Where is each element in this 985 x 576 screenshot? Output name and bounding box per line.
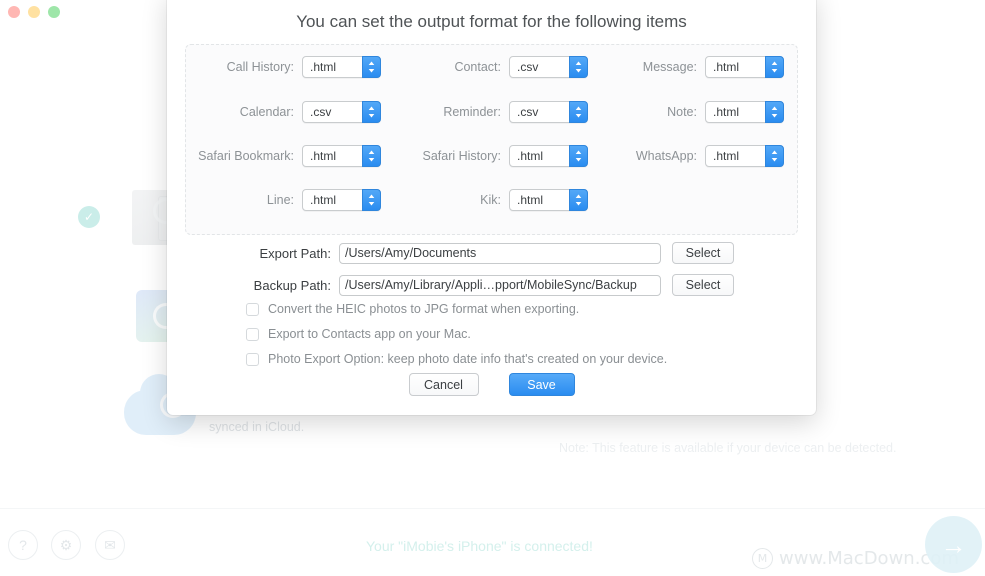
stepper-chevrons-icon[interactable] (362, 145, 381, 167)
format-select-value: .html (713, 60, 740, 74)
format-select-contact[interactable]: .csv (509, 56, 588, 78)
bottom-divider (0, 508, 985, 509)
format-select-value: .html (310, 193, 337, 207)
checkbox-icon[interactable] (246, 302, 259, 316)
format-select-value: .csv (517, 60, 539, 74)
option-checkbox-row[interactable]: Export to Contacts app on your Mac. (246, 327, 471, 341)
format-field: WhatsApp: .html (585, 145, 784, 167)
format-select-message[interactable]: .html (705, 56, 784, 78)
format-select-safarihistory[interactable]: .html (509, 145, 588, 167)
feedback-button[interactable]: ✉ (95, 530, 125, 560)
format-fields-grid: Call History: .html Contact: .csv Message: .h… (186, 45, 797, 234)
option-checkbox-row[interactable]: Convert the HEIC photos to JPG format wh… (246, 302, 579, 316)
stepper-chevrons-icon[interactable] (362, 189, 381, 211)
macdown-logo-icon: M (752, 548, 773, 569)
format-field-label: Safari History: (422, 149, 502, 163)
option-checkbox-label: Photo Export Option: keep photo date inf… (268, 352, 668, 366)
format-select-calendar[interactable]: .csv (302, 101, 381, 123)
format-field: Line: .html (182, 189, 381, 211)
format-select-whatsapp[interactable]: .html (705, 145, 784, 167)
format-field: Contact: .csv (389, 56, 588, 78)
format-field: Safari Bookmark: .html (182, 145, 381, 167)
question-icon: ? (19, 537, 27, 553)
format-field-label: Note: (667, 105, 697, 119)
format-select-value: .html (310, 60, 337, 74)
format-select-kik[interactable]: .html (509, 189, 588, 211)
export-path-input[interactable] (339, 242, 661, 264)
save-button[interactable]: Save (508, 373, 575, 396)
close-window-button[interactable] (8, 6, 20, 18)
format-select-value: .html (517, 193, 544, 207)
format-select-value: .html (310, 149, 337, 163)
help-button[interactable]: ? (8, 530, 38, 560)
format-field-label: Message: (642, 60, 697, 74)
format-field: Message: .html (585, 56, 784, 78)
format-field-label: Contact: (454, 60, 501, 74)
format-select-line[interactable]: .html (302, 189, 381, 211)
stepper-chevrons-icon[interactable] (362, 56, 381, 78)
format-field: Reminder: .csv (389, 101, 588, 123)
format-field-label: Calendar: (239, 105, 294, 119)
path-row: Backup Path: Select (246, 274, 734, 296)
format-select-value: .csv (517, 105, 539, 119)
format-field-label: Line: (266, 193, 294, 207)
stepper-chevrons-icon[interactable] (765, 56, 784, 78)
window-traffic-lights (8, 6, 60, 18)
format-select-callhistory[interactable]: .html (302, 56, 381, 78)
format-field: Kik: .html (389, 189, 588, 211)
backup-path-input[interactable] (339, 274, 661, 296)
output-format-dialog: You can set the output format for the fo… (167, 0, 816, 415)
stepper-chevrons-icon[interactable] (569, 189, 588, 211)
dialog-title: You can set the output format for the fo… (296, 12, 687, 31)
dialog-footer: Cancel Save (167, 373, 816, 396)
checkbox-icon[interactable] (246, 352, 259, 366)
format-select-value: .html (713, 149, 740, 163)
format-field-label: Safari Bookmark: (198, 149, 294, 163)
format-select-value: .html (517, 149, 544, 163)
path-label: Export Path: (259, 245, 331, 261)
checkmark-icon: ✓ (78, 206, 100, 228)
zoom-window-button[interactable] (48, 6, 60, 18)
synced-in-icloud-text: synced in iCloud. (209, 420, 305, 434)
format-field-label: Kik: (480, 193, 501, 207)
path-row: Export Path: Select (246, 242, 734, 264)
format-select-reminder[interactable]: .csv (509, 101, 588, 123)
format-field: Note: .html (585, 101, 784, 123)
format-select-value: .csv (310, 105, 332, 119)
format-select-value: .html (713, 105, 740, 119)
option-checkbox-row[interactable]: Photo Export Option: keep photo date inf… (246, 352, 667, 366)
format-field-label: Reminder: (443, 105, 501, 119)
settings-button[interactable]: ⚙ (51, 530, 81, 560)
path-label: Backup Path: (253, 277, 331, 293)
format-field: Call History: .html (182, 56, 381, 78)
format-select-safaribookmark[interactable]: .html (302, 145, 381, 167)
mail-icon: ✉ (104, 536, 116, 553)
checkbox-icon[interactable] (246, 327, 259, 341)
select-backup-path-button[interactable]: Select (672, 274, 734, 296)
format-field-label: WhatsApp: (635, 149, 697, 163)
stepper-chevrons-icon[interactable] (362, 101, 381, 123)
format-field: Calendar: .csv (182, 101, 381, 123)
device-connected-status: Your "iMobie's iPhone" is connected! (366, 538, 593, 554)
gear-icon: ⚙ (59, 536, 73, 553)
option-checkbox-label: Export to Contacts app on your Mac. (268, 327, 471, 341)
cancel-button[interactable]: Cancel (408, 373, 479, 396)
option-checkbox-label: Convert the HEIC photos to JPG format wh… (268, 302, 580, 316)
minimize-window-button[interactable] (28, 6, 40, 18)
format-field: Safari History: .html (389, 145, 588, 167)
format-select-note[interactable]: .html (705, 101, 784, 123)
arrow-right-icon: → (940, 529, 967, 560)
next-step-button[interactable]: → (925, 516, 982, 573)
app-root: ✓ synced in iCloud. Note: This feature i… (0, 0, 985, 576)
feature-note-text: Note: This feature is available if your … (559, 441, 897, 455)
stepper-chevrons-icon[interactable] (765, 101, 784, 123)
format-fields-panel: Call History: .html Contact: .csv Message: .h… (185, 44, 798, 235)
select-export-path-button[interactable]: Select (672, 242, 734, 264)
stepper-chevrons-icon[interactable] (765, 145, 784, 167)
format-field-label: Call History: (226, 60, 294, 74)
